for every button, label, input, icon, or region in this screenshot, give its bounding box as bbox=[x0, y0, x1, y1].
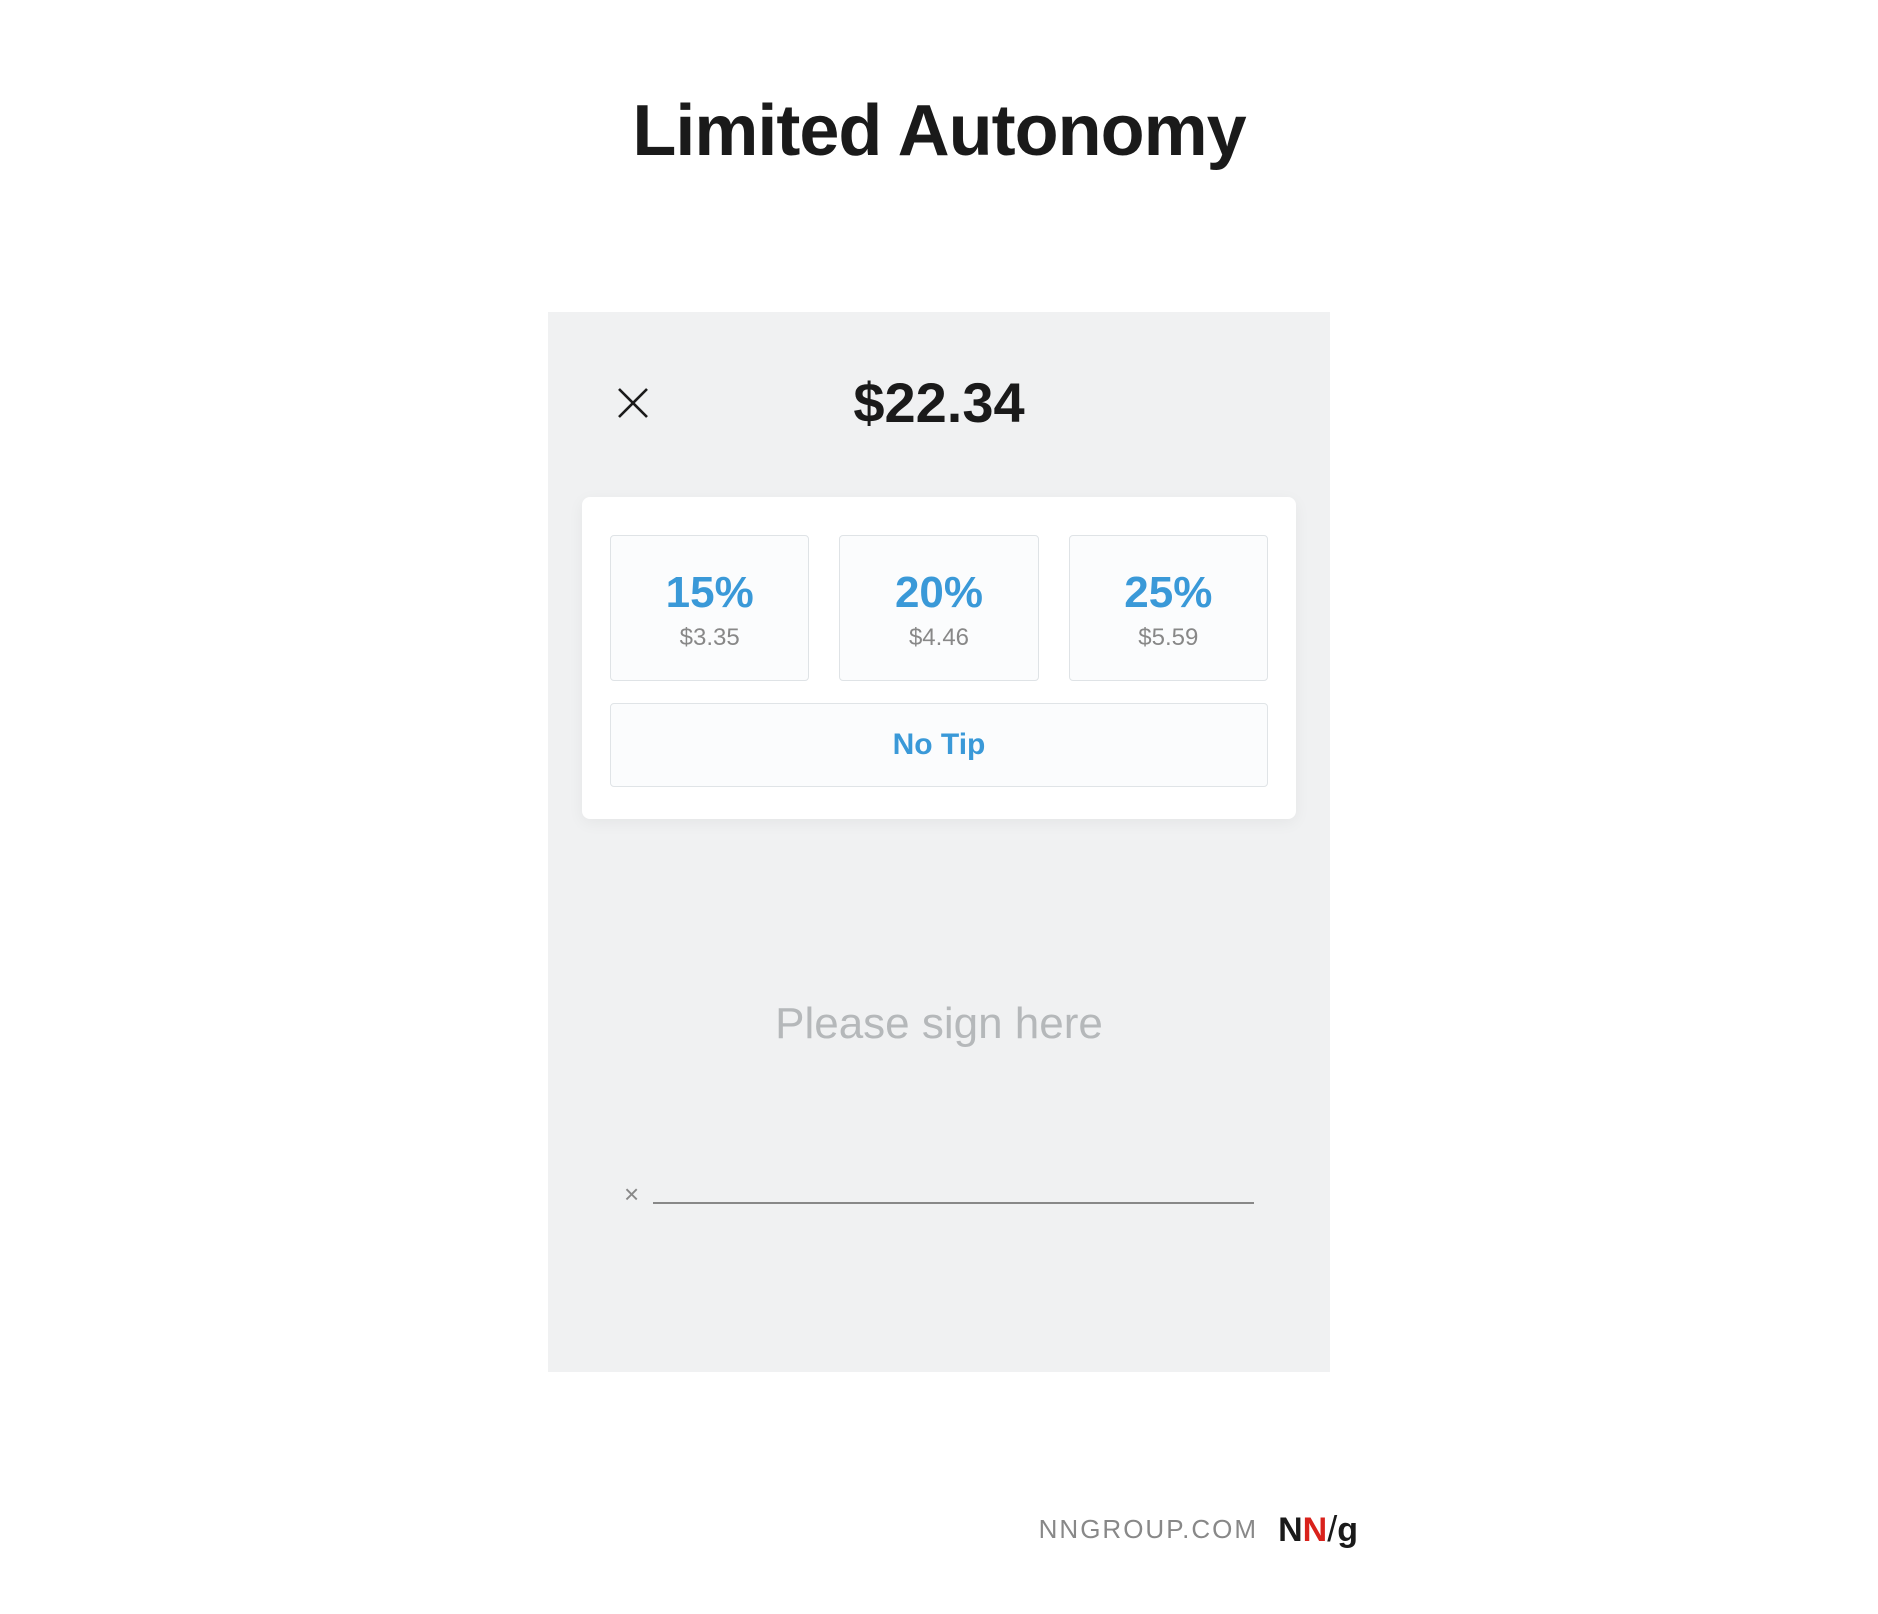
signature-underline bbox=[653, 1202, 1254, 1204]
tip-amount: $3.35 bbox=[611, 624, 808, 652]
page-title: Limited Autonomy bbox=[0, 90, 1878, 172]
logo-letter-n2: N bbox=[1303, 1511, 1328, 1549]
logo-slash: / bbox=[1327, 1508, 1337, 1549]
sign-prompt: Please sign here bbox=[548, 999, 1330, 1049]
checkout-header: $22.34 bbox=[548, 312, 1330, 435]
logo-letter-n1: N bbox=[1278, 1511, 1303, 1549]
tip-options-row: 15% $3.35 20% $4.46 25% $5.59 bbox=[610, 535, 1268, 681]
tip-amount: $4.46 bbox=[840, 624, 1037, 652]
signature-marker: × bbox=[624, 1179, 639, 1210]
footer: NNGROUP.COM NN/g bbox=[1039, 1508, 1358, 1550]
no-tip-button[interactable]: No Tip bbox=[610, 703, 1268, 787]
logo-letter-g: g bbox=[1337, 1511, 1358, 1549]
tip-percent: 20% bbox=[840, 568, 1037, 618]
footer-url: NNGROUP.COM bbox=[1039, 1514, 1258, 1545]
tip-option-25[interactable]: 25% $5.59 bbox=[1069, 535, 1268, 681]
tip-card: 15% $3.35 20% $4.46 25% $5.59 No Tip bbox=[582, 497, 1296, 819]
signature-line[interactable]: × bbox=[624, 1179, 1254, 1204]
checkout-amount: $22.34 bbox=[610, 370, 1268, 435]
tip-option-15[interactable]: 15% $3.35 bbox=[610, 535, 809, 681]
nngroup-logo: NN/g bbox=[1278, 1508, 1358, 1550]
checkout-device-frame: $22.34 15% $3.35 20% $4.46 25% $5.59 No … bbox=[548, 312, 1330, 1372]
tip-percent: 15% bbox=[611, 568, 808, 618]
tip-amount: $5.59 bbox=[1070, 624, 1267, 652]
tip-option-20[interactable]: 20% $4.46 bbox=[839, 535, 1038, 681]
tip-percent: 25% bbox=[1070, 568, 1267, 618]
